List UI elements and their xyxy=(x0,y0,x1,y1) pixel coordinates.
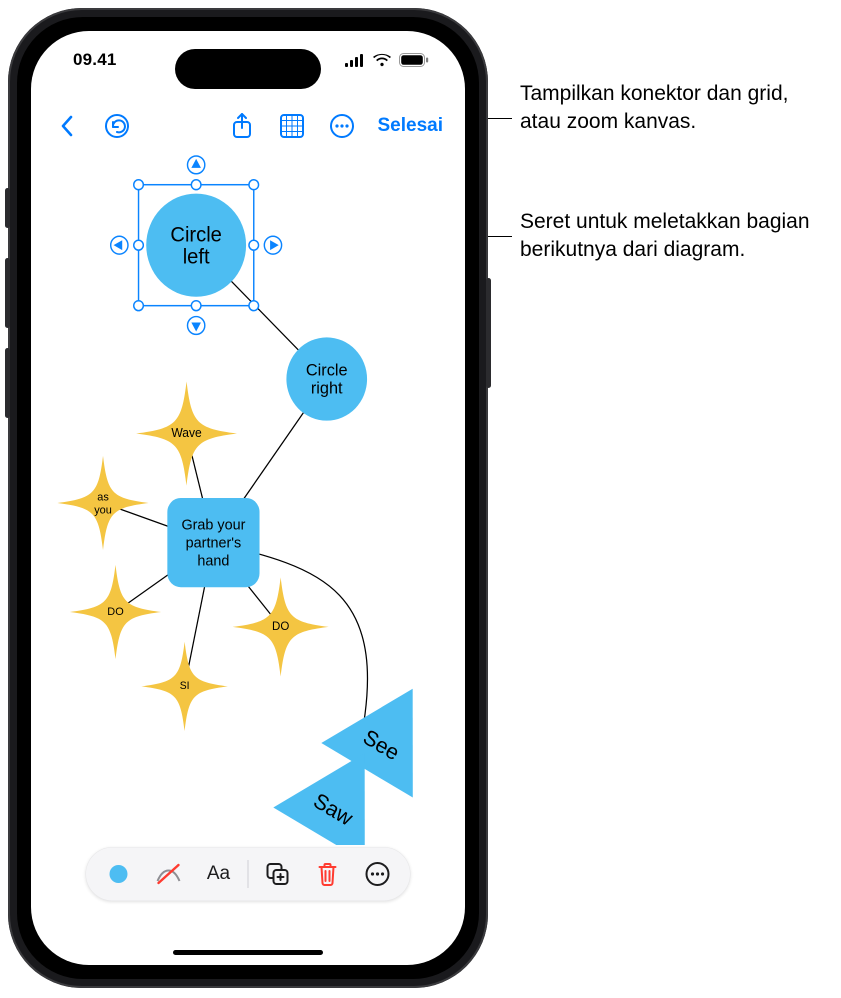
filled-circle-icon xyxy=(106,861,132,887)
done-button[interactable]: Selesai xyxy=(370,115,452,137)
node-square-label-2: partner's xyxy=(186,535,242,551)
cellular-icon xyxy=(345,54,365,67)
node-star-si-label: SI xyxy=(180,680,190,692)
arrow-handle-top[interactable] xyxy=(188,156,205,174)
node-circle-left-label-1: Circle xyxy=(170,223,222,246)
duplicate-icon xyxy=(265,861,291,887)
volume-up-button xyxy=(5,258,10,328)
done-label: Selesai xyxy=(378,115,444,136)
callout-drag-text: Seret untuk meletakkan bagian berikutnya… xyxy=(520,210,810,261)
callout-drag: Seret untuk meletakkan bagian berikutnya… xyxy=(520,208,830,265)
power-button xyxy=(486,278,491,388)
ellipsis-circle-icon xyxy=(329,113,355,139)
grid-icon xyxy=(279,113,305,139)
delete-button[interactable] xyxy=(303,852,353,896)
node-circle-right[interactable]: Circle right xyxy=(286,337,367,420)
wifi-icon xyxy=(372,53,392,67)
fill-color-button[interactable] xyxy=(94,852,144,896)
stroke-none-icon xyxy=(154,861,184,887)
node-square-label-1: Grab your xyxy=(181,517,245,533)
node-square-label-3: hand xyxy=(197,553,229,569)
status-time: 09.41 xyxy=(73,50,117,70)
trash-icon xyxy=(317,861,339,887)
status-bar: 09.41 xyxy=(31,31,465,89)
back-button[interactable] xyxy=(45,104,89,148)
text-style-button[interactable]: Aa xyxy=(194,852,244,896)
node-circle-left[interactable]: Circle left xyxy=(146,194,246,297)
undo-button[interactable] xyxy=(95,104,139,148)
share-icon xyxy=(231,112,253,140)
node-circle-right-label-2: right xyxy=(311,378,343,397)
bottom-toolbar: Aa xyxy=(86,847,411,901)
arrow-handle-left[interactable] xyxy=(111,236,128,254)
duplicate-button[interactable] xyxy=(253,852,303,896)
text-style-icon: Aa xyxy=(207,863,230,885)
stroke-button[interactable] xyxy=(144,852,194,896)
grid-button[interactable] xyxy=(270,104,314,148)
ellipsis-circle-icon xyxy=(365,861,391,887)
node-circle-left-label-2: left xyxy=(183,245,210,268)
chevron-left-icon xyxy=(60,115,74,137)
node-circle-right-label-1: Circle xyxy=(306,360,348,379)
node-star-do2-label: DO xyxy=(272,620,289,633)
canvas[interactable]: Circle left xyxy=(31,151,465,845)
node-star-wave[interactable]: Wave xyxy=(136,382,237,486)
node-star-as-you[interactable]: as you xyxy=(57,456,148,550)
arrow-handle-bottom[interactable] xyxy=(188,317,205,335)
node-square[interactable]: Grab your partner's hand xyxy=(167,498,259,587)
share-button[interactable] xyxy=(220,104,264,148)
top-toolbar: Selesai xyxy=(31,101,465,151)
more-button[interactable] xyxy=(320,104,364,148)
node-star-do1-label: DO xyxy=(107,606,124,618)
phone-frame: 09.41 xyxy=(8,8,488,988)
node-star-as-you-label-1: as xyxy=(97,491,109,503)
toolbar-divider xyxy=(248,860,249,888)
arrow-handle-right[interactable] xyxy=(264,236,281,254)
side-button xyxy=(5,188,10,228)
node-star-do1[interactable]: DO xyxy=(70,565,161,659)
home-indicator xyxy=(173,950,323,955)
battery-icon xyxy=(399,53,429,67)
callout-grid-text: Tampilkan konektor dan grid, atau zoom k… xyxy=(520,82,788,133)
node-star-si[interactable]: SI xyxy=(141,642,227,731)
node-star-as-you-label-2: you xyxy=(94,504,112,516)
node-star-wave-label: Wave xyxy=(171,426,202,440)
more-actions-button[interactable] xyxy=(353,852,403,896)
callout-grid: Tampilkan konektor dan grid, atau zoom k… xyxy=(520,80,830,137)
screen: 09.41 xyxy=(31,31,465,965)
undo-icon xyxy=(104,113,130,139)
volume-down-button xyxy=(5,348,10,418)
node-star-do2[interactable]: DO xyxy=(233,577,329,676)
